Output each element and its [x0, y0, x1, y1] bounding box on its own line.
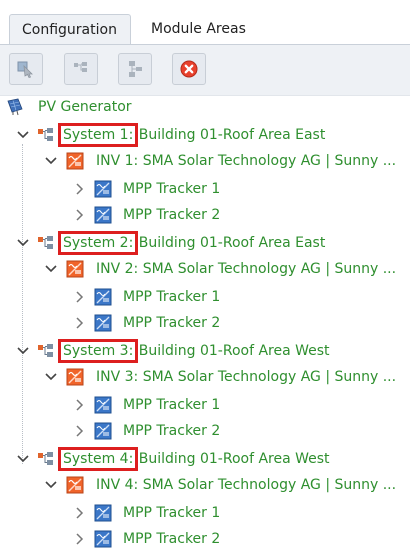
mpp-tracker-node[interactable]: MPP Tracker 2 [0, 202, 410, 228]
inverter-label: INV 1: SMA Solar Technology AG | Sunny .… [96, 153, 397, 169]
chevron-right-icon[interactable] [72, 208, 86, 222]
delete-icon [180, 60, 198, 78]
mpp-tracker-label: MPP Tracker 1 [123, 505, 221, 521]
add-system-icon [74, 62, 87, 72]
mpp-tracker-icon [94, 422, 112, 440]
mpp-tracker-icon [94, 314, 112, 332]
mpp-tracker-node[interactable]: MPP Tracker 1 [0, 392, 410, 418]
system-area: Building 01-Roof Area East [138, 127, 326, 143]
chevron-right-icon[interactable] [72, 532, 86, 546]
add-inverter-button[interactable] [118, 53, 152, 85]
inverter-node[interactable]: INV 2: SMA Solar Technology AG | Sunny .… [0, 256, 410, 282]
inverter-node[interactable]: INV 3: SMA Solar Technology AG | Sunny .… [0, 364, 410, 390]
mpp-tracker-icon [94, 396, 112, 414]
mpp-tracker-icon [94, 180, 112, 198]
inverter-label: INV 2: SMA Solar Technology AG | Sunny .… [96, 261, 397, 277]
inverter-node[interactable]: INV 4: SMA Solar Technology AG | Sunny .… [0, 472, 410, 498]
chevron-down-icon[interactable] [44, 370, 58, 384]
chevron-down-icon[interactable] [16, 344, 30, 358]
mpp-tracker-node[interactable]: MPP Tracker 1 [0, 500, 410, 526]
select-module-icon [17, 61, 33, 78]
mpp-tracker-icon [94, 288, 112, 306]
mpp-tracker-node[interactable]: MPP Tracker 2 [0, 310, 410, 336]
chevron-right-icon[interactable] [72, 316, 86, 330]
system-icon [38, 452, 53, 465]
mpp-tracker-label: MPP Tracker 1 [123, 289, 221, 305]
mpp-tracker-icon [94, 530, 112, 548]
inverter-node[interactable]: INV 1: SMA Solar Technology AG | Sunny .… [0, 148, 410, 174]
system-label: System 4: [57, 447, 139, 471]
system-node[interactable]: System 4: Building 01-Roof Area West [0, 446, 410, 472]
chevron-down-icon[interactable] [44, 154, 58, 168]
inverter-icon [66, 152, 84, 170]
inverter-icon [66, 260, 84, 278]
mpp-tracker-icon [94, 504, 112, 522]
tab-module-areas[interactable]: Module Areas [139, 14, 263, 44]
tree-root-label: PV Generator [38, 99, 132, 115]
toolbar [0, 44, 410, 96]
select-module-button[interactable] [9, 53, 43, 85]
mpp-tracker-label: MPP Tracker 2 [123, 207, 221, 223]
chevron-down-icon[interactable] [16, 236, 30, 250]
chevron-down-icon[interactable] [44, 478, 58, 492]
mpp-tracker-icon [94, 206, 112, 224]
chevron-down-icon[interactable] [16, 452, 30, 466]
chevron-down-icon[interactable] [16, 128, 30, 142]
inverter-icon [66, 368, 84, 386]
mpp-tracker-label: MPP Tracker 2 [123, 531, 221, 547]
chevron-right-icon[interactable] [72, 506, 86, 520]
system-icon [38, 128, 53, 141]
chevron-right-icon[interactable] [72, 182, 86, 196]
delete-button[interactable] [172, 53, 206, 85]
system-area: Building 01-Roof Area East [138, 235, 326, 251]
system-label: System 2: [57, 231, 139, 255]
mpp-tracker-node[interactable]: MPP Tracker 2 [0, 418, 410, 444]
inverter-label: INV 4: SMA Solar Technology AG | Sunny .… [96, 477, 397, 493]
system-node[interactable]: System 1: Building 01-Roof Area East [0, 122, 410, 148]
system-icon [38, 344, 53, 357]
system-label: System 1: [57, 123, 139, 147]
tab-strip: Configuration Module Areas [0, 0, 410, 45]
mpp-tracker-node[interactable]: MPP Tracker 1 [0, 284, 410, 310]
mpp-tracker-label: MPP Tracker 2 [123, 423, 221, 439]
chevron-down-icon[interactable] [44, 262, 58, 276]
system-label: System 3: [57, 339, 139, 363]
add-inverter-icon [129, 61, 142, 77]
chevron-right-icon[interactable] [72, 290, 86, 304]
tab-configuration[interactable]: Configuration [9, 14, 131, 44]
mpp-tracker-node[interactable]: MPP Tracker 2 [0, 526, 410, 552]
mpp-tracker-label: MPP Tracker 1 [123, 397, 221, 413]
system-node[interactable]: System 2: Building 01-Roof Area East [0, 230, 410, 256]
system-area: Building 01-Roof Area West [138, 451, 330, 467]
mpp-tracker-label: MPP Tracker 1 [123, 181, 221, 197]
inverter-label: INV 3: SMA Solar Technology AG | Sunny .… [96, 369, 397, 385]
add-system-button[interactable] [64, 53, 98, 85]
mpp-tracker-node[interactable]: MPP Tracker 1 [0, 176, 410, 202]
mpp-tracker-label: MPP Tracker 2 [123, 315, 221, 331]
system-icon [38, 236, 53, 249]
configuration-tree: PV Generator System 1: Building 01-Roof … [0, 94, 410, 559]
pv-generator-icon [7, 98, 23, 116]
system-node[interactable]: System 3: Building 01-Roof Area West [0, 338, 410, 364]
chevron-right-icon[interactable] [72, 424, 86, 438]
inverter-icon [66, 476, 84, 494]
system-area: Building 01-Roof Area West [138, 343, 330, 359]
chevron-right-icon[interactable] [72, 398, 86, 412]
